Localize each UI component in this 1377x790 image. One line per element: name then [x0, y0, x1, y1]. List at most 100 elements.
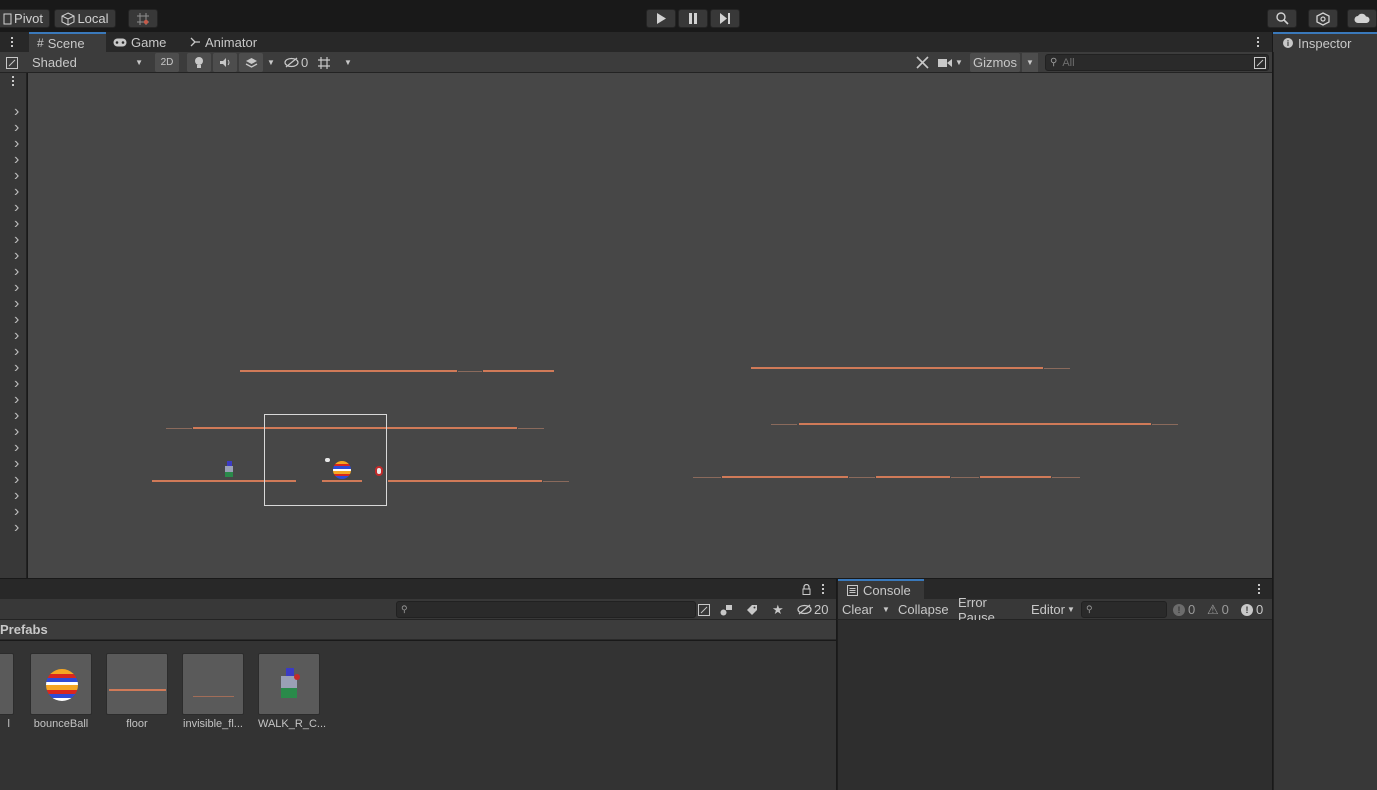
asset-item[interactable]: WALK_R_C...: [258, 653, 326, 730]
expand-chevron-icon[interactable]: ›: [14, 264, 19, 280]
editor-dropdown[interactable]: Editor ▼: [1031, 600, 1077, 619]
scene-search-field[interactable]: ⚲ All: [1045, 54, 1269, 71]
asset-item[interactable]: floor: [106, 653, 168, 730]
invisible-floor-platform[interactable]: [1152, 424, 1178, 425]
tab-game[interactable]: Game: [113, 32, 173, 52]
grid-dropdown-icon[interactable]: ▼: [342, 53, 354, 72]
scene-view-settings-icon[interactable]: [6, 53, 22, 72]
expand-chevron-icon[interactable]: ›: [14, 424, 19, 440]
error-filter-toggle[interactable]: ! 0: [1241, 600, 1271, 619]
search-button[interactable]: [1267, 9, 1297, 28]
breadcrumb-folder[interactable]: Prefabs: [0, 622, 48, 637]
clear-dropdown-icon[interactable]: ▼: [879, 600, 893, 619]
floor-platform[interactable]: [876, 476, 950, 478]
hidden-packages-toggle[interactable]: 20: [797, 600, 833, 619]
invisible-floor-platform[interactable]: [1044, 368, 1070, 369]
invisible-floor-platform[interactable]: [693, 477, 721, 478]
scene-menu-icon[interactable]: [1257, 37, 1260, 49]
expand-chevron-icon[interactable]: ›: [14, 312, 19, 328]
expand-chevron-icon[interactable]: ›: [14, 392, 19, 408]
expand-chevron-icon[interactable]: ›: [14, 456, 19, 472]
cloud-button[interactable]: [1347, 9, 1377, 28]
pivot-toggle[interactable]: Pivot: [0, 9, 50, 28]
floor-platform[interactable]: [980, 476, 1051, 478]
floor-platform[interactable]: [483, 370, 554, 372]
grid-snap-button[interactable]: [128, 9, 158, 28]
pause-button[interactable]: [678, 9, 708, 28]
lighting-toggle[interactable]: [187, 53, 211, 72]
expand-chevron-icon[interactable]: ›: [14, 104, 19, 120]
effects-toggle[interactable]: [239, 53, 263, 72]
gizmos-dropdown-icon[interactable]: ▼: [1022, 53, 1038, 72]
floor-platform[interactable]: [388, 480, 542, 482]
lock-icon[interactable]: [802, 584, 811, 595]
asset-item[interactable]: bounceBall: [30, 653, 92, 730]
expand-chevron-icon[interactable]: ›: [14, 328, 19, 344]
expand-chevron-icon[interactable]: ›: [14, 120, 19, 136]
search-by-type-button[interactable]: [698, 600, 712, 619]
bomb-sprite[interactable]: [375, 466, 383, 476]
favorites-button[interactable]: ★: [772, 600, 786, 619]
search-by-type-icon[interactable]: [1254, 56, 1266, 69]
expand-chevron-icon[interactable]: ›: [14, 152, 19, 168]
bounce-ball-sprite[interactable]: [333, 461, 351, 479]
filter-by-label-button[interactable]: [746, 600, 760, 619]
log-filter-toggle[interactable]: ! 0: [1173, 600, 1205, 619]
cloud-sprite[interactable]: [325, 458, 330, 462]
expand-chevron-icon[interactable]: ›: [14, 280, 19, 296]
invisible-floor-platform[interactable]: [951, 477, 979, 478]
asset-item[interactable]: invisible_fl...: [182, 653, 244, 730]
expand-chevron-icon[interactable]: ›: [14, 216, 19, 232]
gizmos-button[interactable]: Gizmos: [970, 53, 1020, 72]
project-search-field[interactable]: ⚲: [396, 601, 696, 618]
tools-button[interactable]: [912, 53, 932, 72]
console-menu-icon[interactable]: [1258, 584, 1261, 596]
collapse-button[interactable]: Collapse: [898, 600, 950, 619]
floor-platform[interactable]: [240, 370, 457, 372]
expand-chevron-icon[interactable]: ›: [14, 360, 19, 376]
expand-chevron-icon[interactable]: ›: [14, 296, 19, 312]
expand-chevron-icon[interactable]: ›: [14, 232, 19, 248]
error-pause-button[interactable]: Error Pause: [958, 595, 1024, 625]
grid-toggle[interactable]: [317, 53, 335, 72]
step-button[interactable]: [710, 9, 740, 28]
expand-chevron-icon[interactable]: ›: [14, 488, 19, 504]
floor-platform[interactable]: [722, 476, 848, 478]
filter-by-type-button[interactable]: [720, 600, 734, 619]
panel-menu-icon[interactable]: [11, 37, 14, 49]
camera-dropdown[interactable]: ▼: [938, 53, 968, 72]
invisible-floor-platform[interactable]: [166, 428, 192, 429]
tab-scene[interactable]: # Scene: [29, 32, 106, 52]
expand-chevron-icon[interactable]: ›: [14, 440, 19, 456]
expand-chevron-icon[interactable]: ›: [14, 184, 19, 200]
invisible-floor-platform[interactable]: [458, 371, 482, 372]
expand-chevron-icon[interactable]: ›: [14, 344, 19, 360]
expand-chevron-icon[interactable]: ›: [14, 248, 19, 264]
warning-filter-toggle[interactable]: ⚠ 0: [1207, 600, 1239, 619]
console-search-field[interactable]: ⚲: [1081, 601, 1167, 618]
invisible-floor-platform[interactable]: [518, 428, 544, 429]
project-menu-icon[interactable]: [822, 584, 825, 596]
clear-button[interactable]: Clear: [842, 600, 878, 619]
asset-item[interactable]: l: [0, 653, 14, 730]
invisible-floor-platform[interactable]: [1052, 477, 1080, 478]
invisible-floor-platform[interactable]: [849, 477, 875, 478]
audio-toggle[interactable]: [213, 53, 237, 72]
tab-inspector[interactable]: i Inspector: [1273, 32, 1377, 52]
shading-mode-dropdown[interactable]: Shaded ▼: [28, 53, 147, 72]
hierarchy-menu-icon[interactable]: [12, 76, 15, 88]
collab-button[interactable]: [1308, 9, 1338, 28]
tab-console[interactable]: Console: [838, 579, 924, 599]
scene-viewport[interactable]: [28, 73, 1272, 578]
expand-chevron-icon[interactable]: ›: [14, 136, 19, 152]
scene-visibility-toggle[interactable]: 0: [284, 53, 314, 72]
expand-chevron-icon[interactable]: ›: [14, 504, 19, 520]
mode-2d-toggle[interactable]: 2D: [155, 53, 179, 72]
expand-chevron-icon[interactable]: ›: [14, 168, 19, 184]
play-button[interactable]: [646, 9, 676, 28]
expand-chevron-icon[interactable]: ›: [14, 200, 19, 216]
expand-chevron-icon[interactable]: ›: [14, 472, 19, 488]
expand-chevron-icon[interactable]: ›: [14, 376, 19, 392]
tab-animator[interactable]: Animator: [190, 32, 270, 52]
expand-chevron-icon[interactable]: ›: [14, 408, 19, 424]
